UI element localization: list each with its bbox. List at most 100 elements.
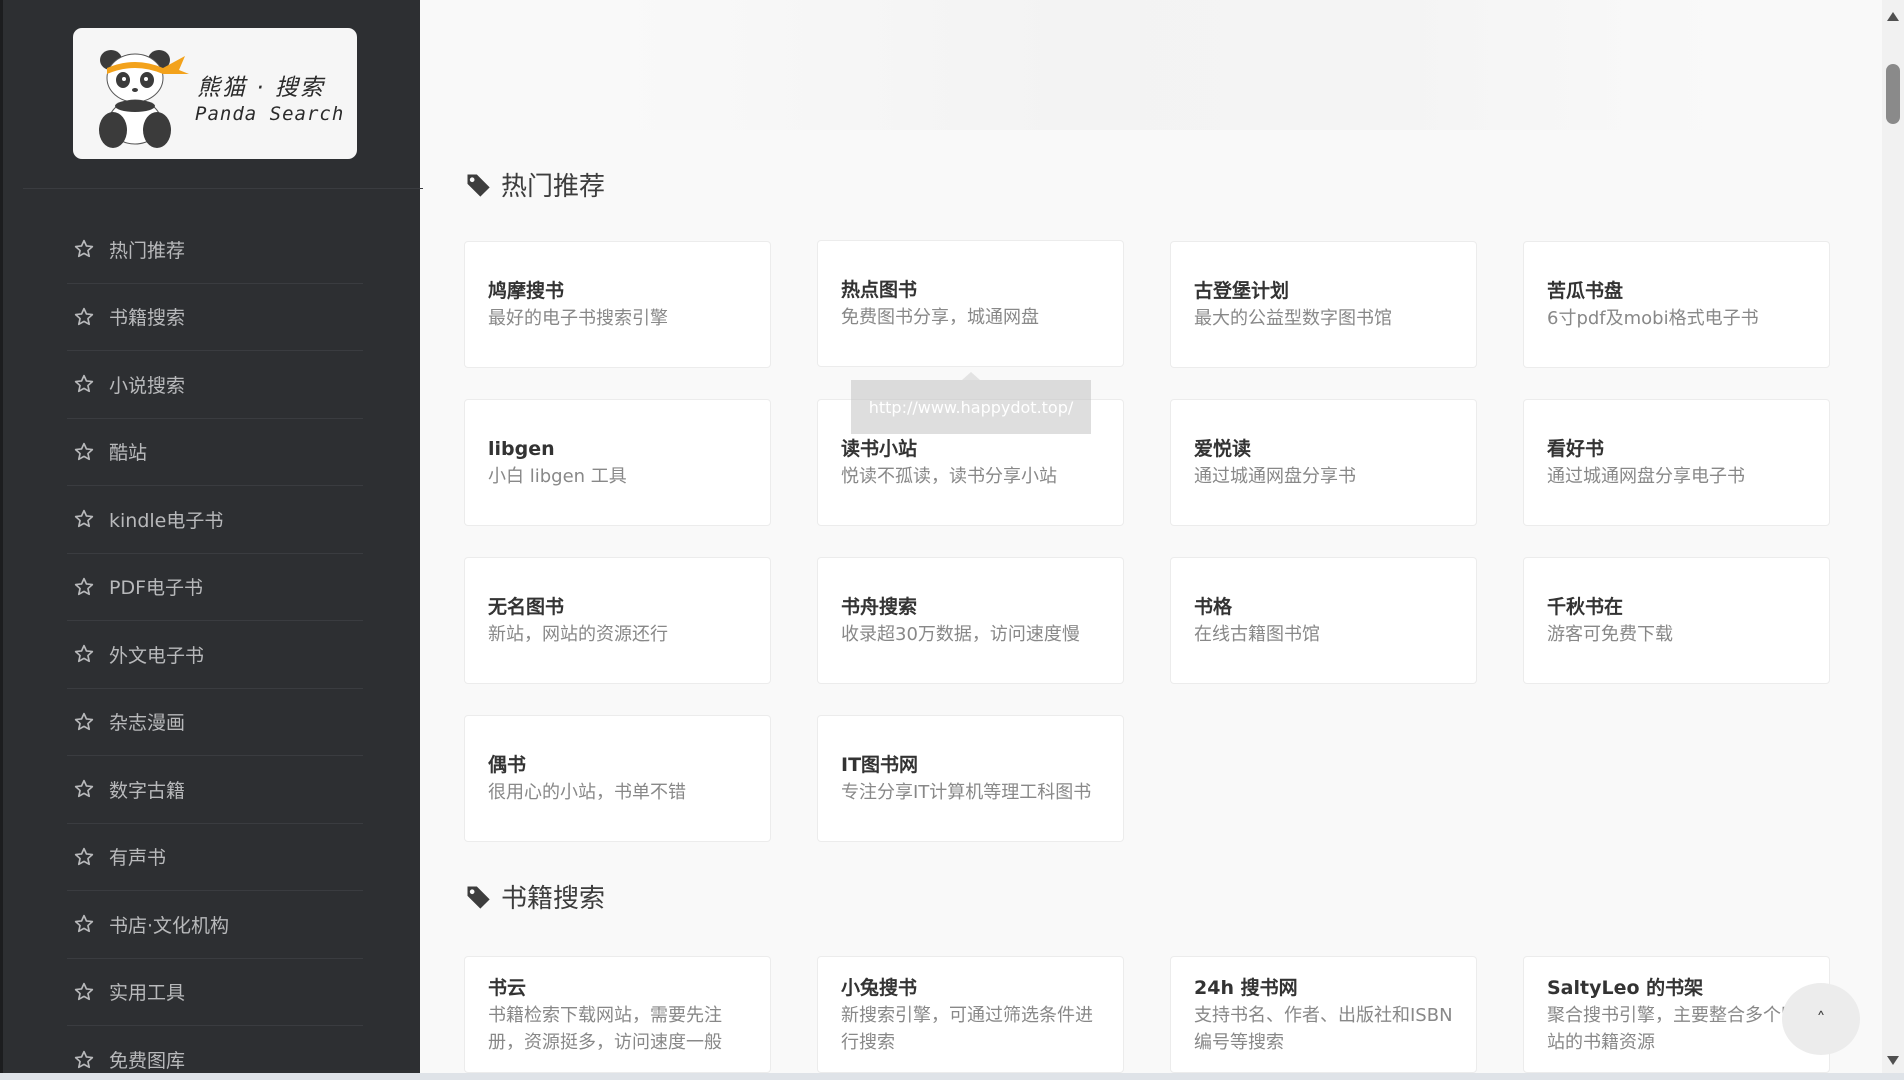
card-desc: 支持书名、作者、出版社和ISBN编号等搜索 xyxy=(1194,1005,1453,1053)
site-card[interactable]: 书云 书籍检索下载网站，需要先注册，资源挺多，访问速度一般 xyxy=(464,956,771,1073)
card-desc: 在线古籍图书馆 xyxy=(1194,623,1320,645)
card-desc: 书籍检索下载网站，需要先注册，资源挺多，访问速度一般 xyxy=(488,1005,722,1053)
site-card[interactable]: 千秋书在 游客可免费下载 xyxy=(1523,557,1830,684)
sidebar-item-ancient[interactable]: 数字古籍 xyxy=(67,756,363,824)
card-desc: 悦读不孤读，读书分享小站 xyxy=(841,465,1057,487)
sidebar-nav: 热门推荐 书籍搜索 小说搜索 酷站 kindle电子书 PDF电子书 外文电子书 xyxy=(67,216,363,1080)
sidebar-item-foreign[interactable]: 外文电子书 xyxy=(67,621,363,689)
section-header-hot: 热门推荐 xyxy=(464,166,605,203)
star-icon xyxy=(74,1050,94,1068)
sidebar-item-book-search[interactable]: 书籍搜索 xyxy=(67,284,363,351)
star-icon xyxy=(74,712,94,730)
site-card[interactable]: 爱悦读 通过城通网盘分享书 xyxy=(1170,399,1477,526)
chevron-up-icon: ˄ xyxy=(1816,1008,1826,1030)
card-desc: 很用心的小站，书单不错 xyxy=(488,781,686,803)
sidebar-item-novel-search[interactable]: 小说搜索 xyxy=(67,351,363,419)
star-icon xyxy=(74,847,94,865)
star-icon xyxy=(74,509,94,528)
card-desc: 最大的公益型数字图书馆 xyxy=(1194,307,1392,329)
card-desc: 聚合搜书引擎，主要整合多个网站的书籍资源 xyxy=(1547,1005,1799,1053)
sidebar-item-label: 实用工具 xyxy=(109,982,186,1005)
site-card[interactable]: 偶书 很用心的小站，书单不错 xyxy=(464,715,771,842)
card-desc: 专注分享IT计算机等理工科图书 xyxy=(841,781,1092,803)
star-icon xyxy=(74,239,94,258)
site-card[interactable]: libgen 小白 libgen 工具 xyxy=(464,399,771,526)
star-icon xyxy=(74,644,94,663)
sidebar: 熊猫 · 搜索 Panda Search 热门推荐 书籍搜索 小说搜索 酷站 k… xyxy=(0,0,423,1073)
url-tooltip: http://www.happydot.top/ xyxy=(851,380,1091,434)
sidebar-item-label: 书店·文化机构 xyxy=(109,914,230,937)
sidebar-item-audiobook[interactable]: 有声书 xyxy=(67,824,363,891)
card-desc: 游客可免费下载 xyxy=(1547,623,1673,645)
sidebar-item-bookstore[interactable]: 书店·文化机构 xyxy=(67,891,363,959)
scroll-up-arrow-icon[interactable] xyxy=(1887,12,1899,21)
site-card[interactable]: 热点图书 免费图书分享，城通网盘 xyxy=(817,240,1124,367)
back-to-top-button[interactable]: ˄ xyxy=(1782,983,1860,1055)
site-card[interactable]: 小兔搜书 新搜索引擎，可通过筛选条件进行搜索 xyxy=(817,956,1124,1073)
card-title: 无名图书 xyxy=(488,595,565,618)
sidebar-item-cool-sites[interactable]: 酷站 xyxy=(67,419,363,486)
sidebar-item-label: 酷站 xyxy=(109,442,148,465)
card-desc: 新站，网站的资源还行 xyxy=(488,623,668,645)
star-icon xyxy=(74,779,94,798)
sidebar-item-kindle[interactable]: kindle电子书 xyxy=(67,486,363,554)
card-desc: 最好的电子书搜索引擎 xyxy=(488,307,668,329)
sidebar-item-magazine[interactable]: 杂志漫画 xyxy=(67,689,363,756)
card-title: 古登堡计划 xyxy=(1194,279,1290,302)
site-card[interactable]: 鸠摩搜书 最好的电子书搜索引擎 xyxy=(464,241,771,368)
card-title: 苦瓜书盘 xyxy=(1547,279,1624,302)
sidebar-item-free-images[interactable]: 免费图库 xyxy=(67,1026,363,1080)
card-title: libgen xyxy=(488,437,555,460)
window-bottom-edge xyxy=(0,1073,1904,1080)
card-title: 鸠摩搜书 xyxy=(488,279,565,302)
scrollbar-thumb[interactable] xyxy=(1886,64,1900,124)
site-card[interactable]: 苦瓜书盘 6寸pdf及mobi格式电子书 xyxy=(1523,241,1830,368)
star-icon xyxy=(74,982,94,1000)
card-desc: 通过城通网盘分享电子书 xyxy=(1547,465,1745,487)
sidebar-item-label: PDF电子书 xyxy=(109,577,204,600)
sidebar-item-pdf[interactable]: PDF电子书 xyxy=(67,554,363,621)
site-card[interactable]: IT图书网 专注分享IT计算机等理工科图书 xyxy=(817,715,1124,842)
sidebar-item-label: 外文电子书 xyxy=(109,644,205,667)
star-icon xyxy=(74,442,94,460)
sidebar-item-hot[interactable]: 热门推荐 xyxy=(67,216,363,284)
card-title: 爱悦读 xyxy=(1194,437,1252,460)
site-card[interactable]: 书格 在线古籍图书馆 xyxy=(1170,557,1477,684)
sidebar-item-label: 有声书 xyxy=(109,847,167,870)
sidebar-item-label: 书籍搜索 xyxy=(109,307,186,330)
site-logo[interactable]: 熊猫 · 搜索 Panda Search xyxy=(73,28,357,159)
scroll-down-arrow-icon[interactable] xyxy=(1887,1056,1899,1065)
card-title: 看好书 xyxy=(1547,437,1605,460)
site-card[interactable]: 24h 搜书网 支持书名、作者、出版社和ISBN编号等搜索 xyxy=(1170,956,1477,1073)
site-card[interactable]: 书舟搜索 收录超30万数据，访问速度慢 xyxy=(817,557,1124,684)
sidebar-item-label: 数字古籍 xyxy=(109,779,186,802)
section-title: 热门推荐 xyxy=(501,172,606,202)
main-content: 热门推荐 鸠摩搜书 最好的电子书搜索引擎 热点图书 免费图书分享，城通网盘 古登… xyxy=(420,0,1882,1073)
section-title: 书籍搜索 xyxy=(501,884,606,914)
card-title: 24h 搜书网 xyxy=(1194,977,1298,999)
site-card[interactable]: 无名图书 新站，网站的资源还行 xyxy=(464,557,771,684)
tag-icon xyxy=(466,886,490,909)
card-desc: 新搜索引擎，可通过筛选条件进行搜索 xyxy=(841,1005,1093,1053)
sidebar-item-label: kindle电子书 xyxy=(109,509,224,532)
card-desc: 收录超30万数据，访问速度慢 xyxy=(841,623,1080,645)
site-card[interactable]: 看好书 通过城通网盘分享电子书 xyxy=(1523,399,1830,526)
card-desc: 小白 libgen 工具 xyxy=(488,465,627,487)
tag-icon xyxy=(466,174,490,197)
card-title: 千秋书在 xyxy=(1547,595,1624,618)
sidebar-item-tools[interactable]: 实用工具 xyxy=(67,959,363,1026)
panda-logo-icon xyxy=(99,50,189,148)
card-title: 书舟搜索 xyxy=(841,595,918,618)
sidebar-item-label: 热门推荐 xyxy=(109,239,186,262)
star-icon xyxy=(74,914,94,933)
star-icon xyxy=(74,577,94,595)
page-scrollbar[interactable] xyxy=(1882,0,1904,1073)
logo-title-en: Panda Search xyxy=(195,103,345,125)
sidebar-divider xyxy=(23,188,423,189)
site-card[interactable]: 古登堡计划 最大的公益型数字图书馆 xyxy=(1170,241,1477,368)
card-desc: 免费图书分享，城通网盘 xyxy=(841,306,1039,328)
star-icon xyxy=(74,307,94,325)
card-title: 小兔搜书 xyxy=(841,977,918,999)
banner-area xyxy=(620,0,1720,130)
sidebar-item-label: 小说搜索 xyxy=(109,374,186,397)
